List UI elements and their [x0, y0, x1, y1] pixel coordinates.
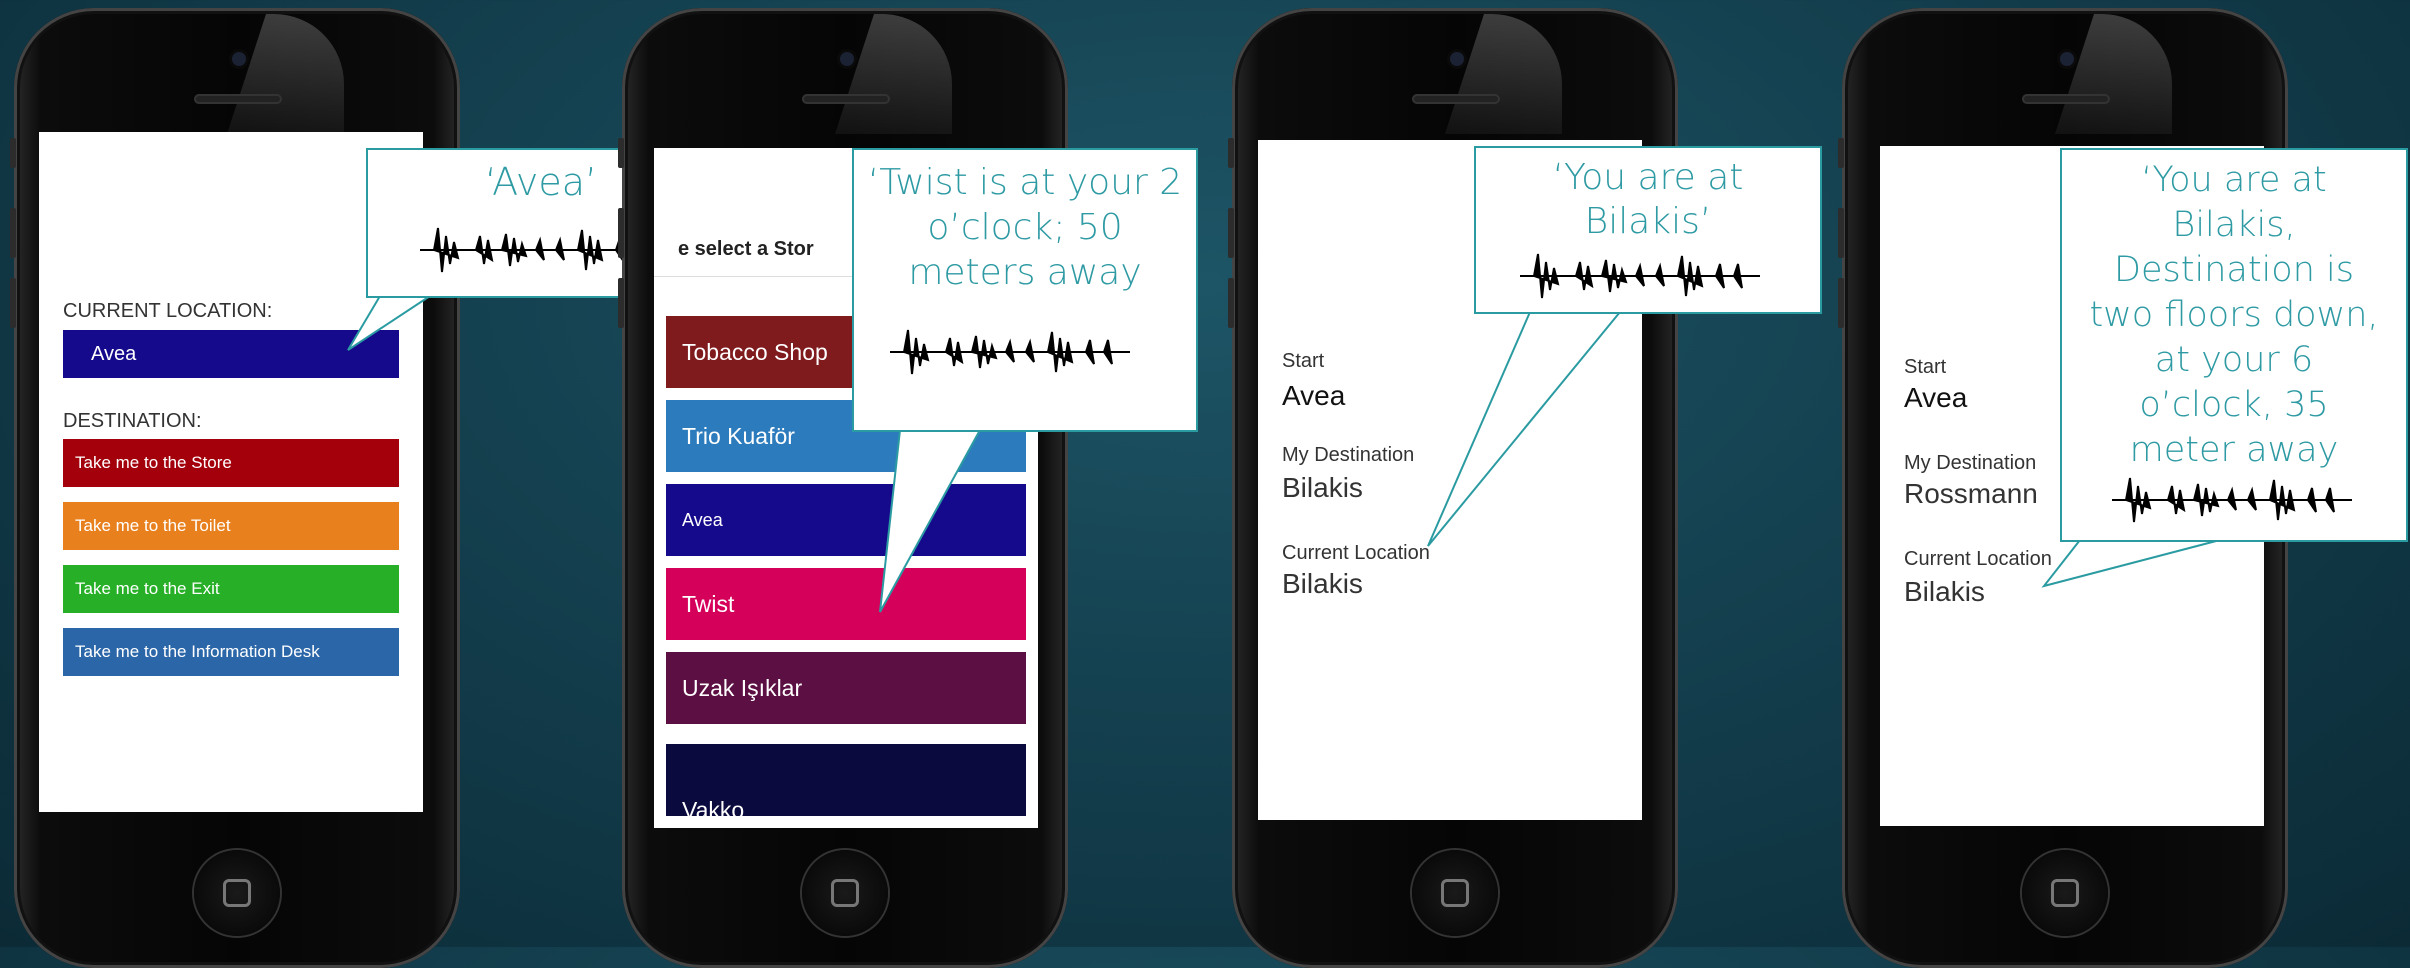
speech-text-4-line-1: ‘You are at	[2141, 160, 2327, 200]
speech-bubble-4-tail	[2041, 539, 2221, 588]
speech-text-4-line-7: meter away	[2129, 430, 2339, 470]
audio-waveform-icon	[2112, 477, 2352, 523]
speech-text-4-line-2: Bilakis,	[2172, 205, 2296, 245]
speech-text-4-line-4: two floors down,	[2089, 295, 2379, 335]
speech-text-4-line-5: at your 6	[2154, 340, 2314, 380]
speech-text-4-line-3: Destination is	[2114, 250, 2354, 290]
speech-text-4-line-6: o’clock, 35	[2139, 385, 2329, 425]
